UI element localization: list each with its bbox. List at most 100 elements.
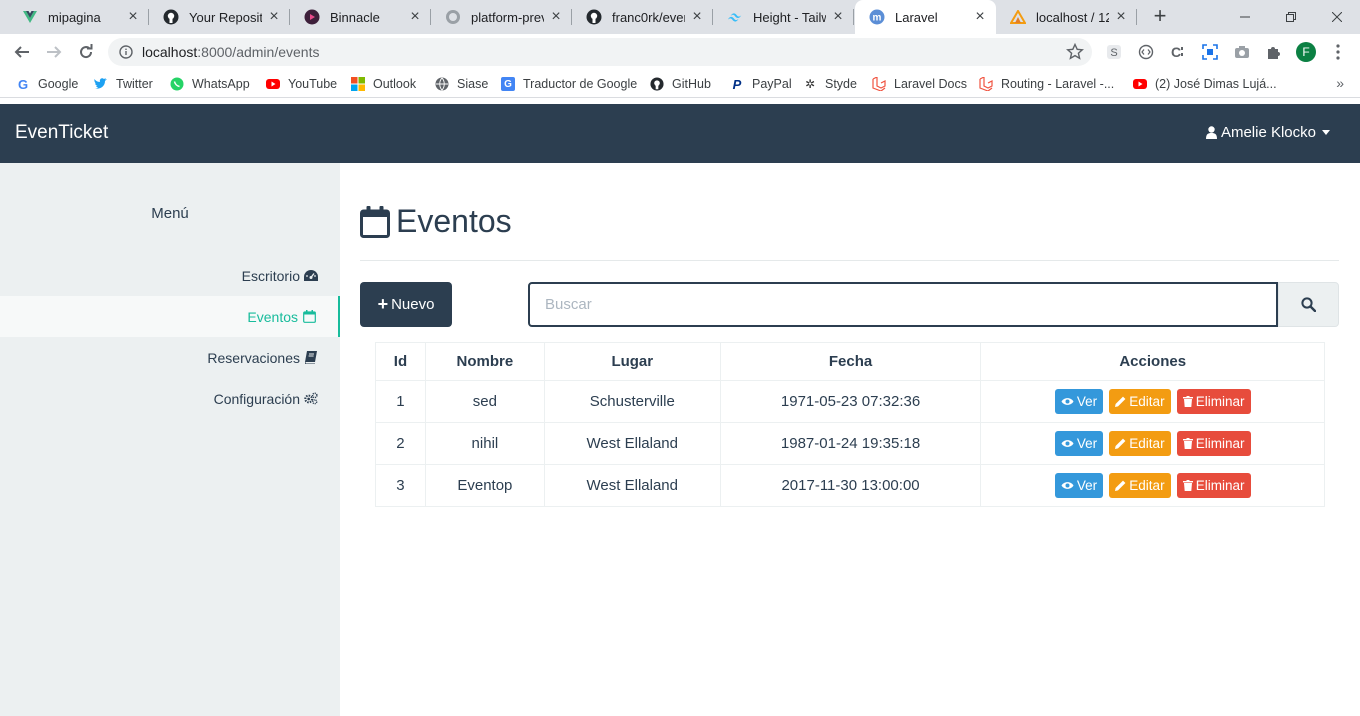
close-window-button[interactable]: [1314, 0, 1360, 34]
close-icon[interactable]: ×: [266, 9, 282, 25]
bookmark-youtube[interactable]: YouTube: [266, 75, 337, 93]
bookmark-star-icon[interactable]: [1066, 42, 1084, 61]
bookmark-styde[interactable]: ✲ Styde: [803, 75, 857, 93]
browser-tab[interactable]: Binnacle ×: [290, 0, 431, 34]
bookmark-github[interactable]: GitHub: [650, 75, 711, 93]
view-button[interactable]: Ver: [1054, 431, 1104, 456]
close-icon[interactable]: ×: [407, 9, 423, 25]
minimize-button[interactable]: [1222, 0, 1268, 34]
extension-c-icon[interactable]: C: [1168, 42, 1188, 62]
bookmarks-overflow-icon[interactable]: »: [1336, 75, 1344, 91]
sidebar-item-eventos[interactable]: Eventos: [0, 296, 340, 337]
trash-icon: [1182, 438, 1193, 449]
extension-code-icon[interactable]: [1136, 42, 1156, 62]
browser-tab[interactable]: Your Repositor ×: [149, 0, 290, 34]
bookmark-twitter[interactable]: Twitter: [94, 75, 153, 93]
page-title: Eventos: [396, 203, 512, 239]
delete-button[interactable]: Eliminar: [1176, 431, 1251, 456]
delete-button[interactable]: Eliminar: [1176, 473, 1251, 498]
page-header: Eventos: [360, 203, 512, 240]
bookmark-google[interactable]: G Google: [16, 75, 78, 93]
browser-toolbar: localhost:8000/admin/events S C F: [0, 34, 1360, 70]
cell-fecha: 1971-05-23 07:32:36: [719, 380, 982, 423]
browser-tab[interactable]: franc0rk/event ×: [572, 0, 713, 34]
browser-tab[interactable]: platform-previ ×: [431, 0, 572, 34]
youtube-icon: [266, 77, 280, 91]
browser-tab[interactable]: Height - Tailwi ×: [713, 0, 854, 34]
bookmark-outlook[interactable]: Outlook: [351, 75, 416, 93]
camera-icon[interactable]: [1232, 42, 1252, 62]
sidebar-item-escritorio[interactable]: Escritorio: [0, 255, 340, 296]
edit-button[interactable]: Editar: [1109, 473, 1171, 498]
close-icon[interactable]: ×: [972, 9, 988, 25]
google-icon: G: [17, 76, 29, 92]
user-name: Amelie Klocko: [1220, 124, 1316, 141]
sidebar-item-configuracion[interactable]: Configuración: [0, 378, 340, 419]
laravel-m-icon: m: [869, 9, 885, 25]
extension-scan-icon[interactable]: [1200, 42, 1220, 62]
eye-icon: [1061, 481, 1074, 490]
address-bar[interactable]: localhost:8000/admin/events: [108, 38, 1092, 66]
table-row: 2 nihil West Ellaland 1987-01-24 19:35:1…: [375, 422, 1325, 465]
browser-tab-active[interactable]: m Laravel ×: [855, 0, 996, 34]
bookmark-paypal[interactable]: P PayPal: [730, 75, 792, 93]
close-icon[interactable]: ×: [1113, 9, 1129, 25]
profile-avatar[interactable]: F: [1296, 42, 1316, 62]
reload-button[interactable]: [74, 40, 98, 64]
close-icon[interactable]: ×: [830, 9, 846, 25]
user-menu[interactable]: Amelie Klocko: [1205, 124, 1330, 141]
cell-fecha: 1987-01-24 19:35:18: [719, 422, 982, 465]
close-icon[interactable]: ×: [689, 9, 705, 25]
caret-down-icon: [1322, 130, 1330, 135]
cell-fecha: 2017-11-30 13:00:00: [719, 464, 982, 507]
globe-icon: [435, 77, 449, 91]
cell-id: 1: [375, 380, 426, 423]
new-tab-button[interactable]: +: [1148, 5, 1172, 29]
col-header-lugar: Lugar: [543, 342, 721, 381]
more-vert-icon[interactable]: [1328, 42, 1348, 62]
search-input[interactable]: [528, 282, 1278, 327]
bookmark-whatsapp[interactable]: WhatsApp: [170, 75, 250, 93]
search-button[interactable]: [1278, 282, 1339, 327]
edit-button[interactable]: Editar: [1109, 431, 1171, 456]
book-icon: [304, 351, 318, 365]
restore-button[interactable]: [1268, 0, 1314, 34]
new-event-button[interactable]: + Nuevo: [360, 282, 452, 327]
github-icon: [650, 77, 664, 91]
bookmark-youtube-channel[interactable]: (2) José Dimas Lujá...: [1133, 75, 1277, 93]
search-icon: [1301, 297, 1316, 312]
pencil-icon: [1115, 396, 1126, 407]
github-icon: [586, 9, 602, 25]
table-row: 3 Eventop West Ellaland 2017-11-30 13:00…: [375, 464, 1325, 507]
extensions-puzzle-icon[interactable]: [1264, 42, 1284, 62]
info-icon[interactable]: [118, 44, 134, 60]
browser-tab[interactable]: localhost / 127 ×: [996, 0, 1137, 34]
edit-button[interactable]: Editar: [1109, 389, 1171, 414]
browser-tab[interactable]: mipagina ×: [8, 0, 149, 34]
sidebar-item-reservaciones[interactable]: Reservaciones: [0, 337, 340, 378]
trash-icon: [1182, 396, 1193, 407]
bookmark-traductor[interactable]: G Traductor de Google: [501, 75, 637, 93]
delete-button[interactable]: Eliminar: [1176, 389, 1251, 414]
sidebar: Menú Escritorio Eventos Reservaciones Co…: [0, 163, 340, 716]
bookmark-siase[interactable]: Siase: [435, 75, 488, 93]
eye-icon: [1061, 439, 1074, 448]
browser-tab-strip: mipagina × Your Repositor × Binnacle × p…: [0, 0, 1360, 34]
back-button[interactable]: [10, 40, 34, 64]
cell-nombre: nihil: [424, 422, 545, 465]
view-button[interactable]: Ver: [1054, 389, 1104, 414]
sidebar-title: Menú: [151, 205, 189, 222]
laravel-icon: [872, 77, 886, 91]
view-button[interactable]: Ver: [1054, 473, 1104, 498]
extension-s-icon[interactable]: S: [1104, 42, 1124, 62]
pencil-icon: [1115, 438, 1126, 449]
col-header-nombre: Nombre: [424, 342, 545, 381]
close-icon[interactable]: ×: [548, 9, 564, 25]
bookmark-routing-laravel[interactable]: Routing - Laravel -...: [979, 75, 1114, 93]
bookmark-laravel-docs[interactable]: Laravel Docs: [872, 75, 967, 93]
cell-id: 2: [375, 422, 426, 465]
events-table: Id Nombre Lugar Fecha Acciones 1 sed Sch…: [375, 342, 1325, 507]
forward-button[interactable]: [42, 40, 66, 64]
brand-logo[interactable]: EvenTicket: [15, 122, 108, 144]
close-icon[interactable]: ×: [125, 9, 141, 25]
